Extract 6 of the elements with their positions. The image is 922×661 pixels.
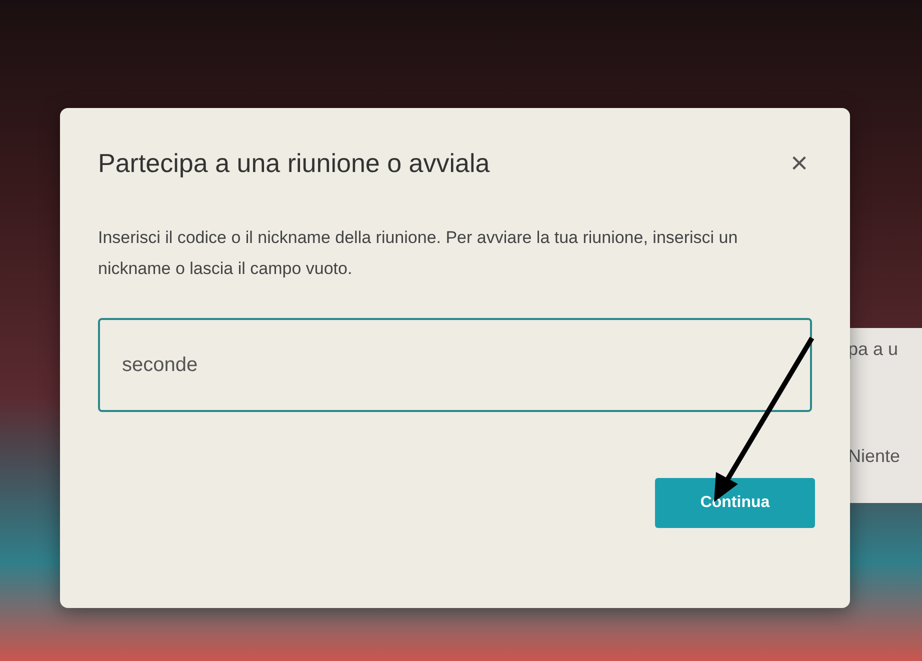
meeting-code-field[interactable]: seconde [98, 318, 812, 412]
background-text: Niente [848, 445, 902, 468]
dialog-title: Partecipa a una riunione o avviala [98, 148, 490, 180]
continue-button[interactable]: Continua [655, 478, 815, 528]
close-button[interactable]: × [786, 148, 812, 179]
dialog-description: Inserisci il codice o il nickname della riunione. Per avviare la tua riunione, inserisci un nickname o lascia il campo vuoto. [98, 227, 739, 280]
